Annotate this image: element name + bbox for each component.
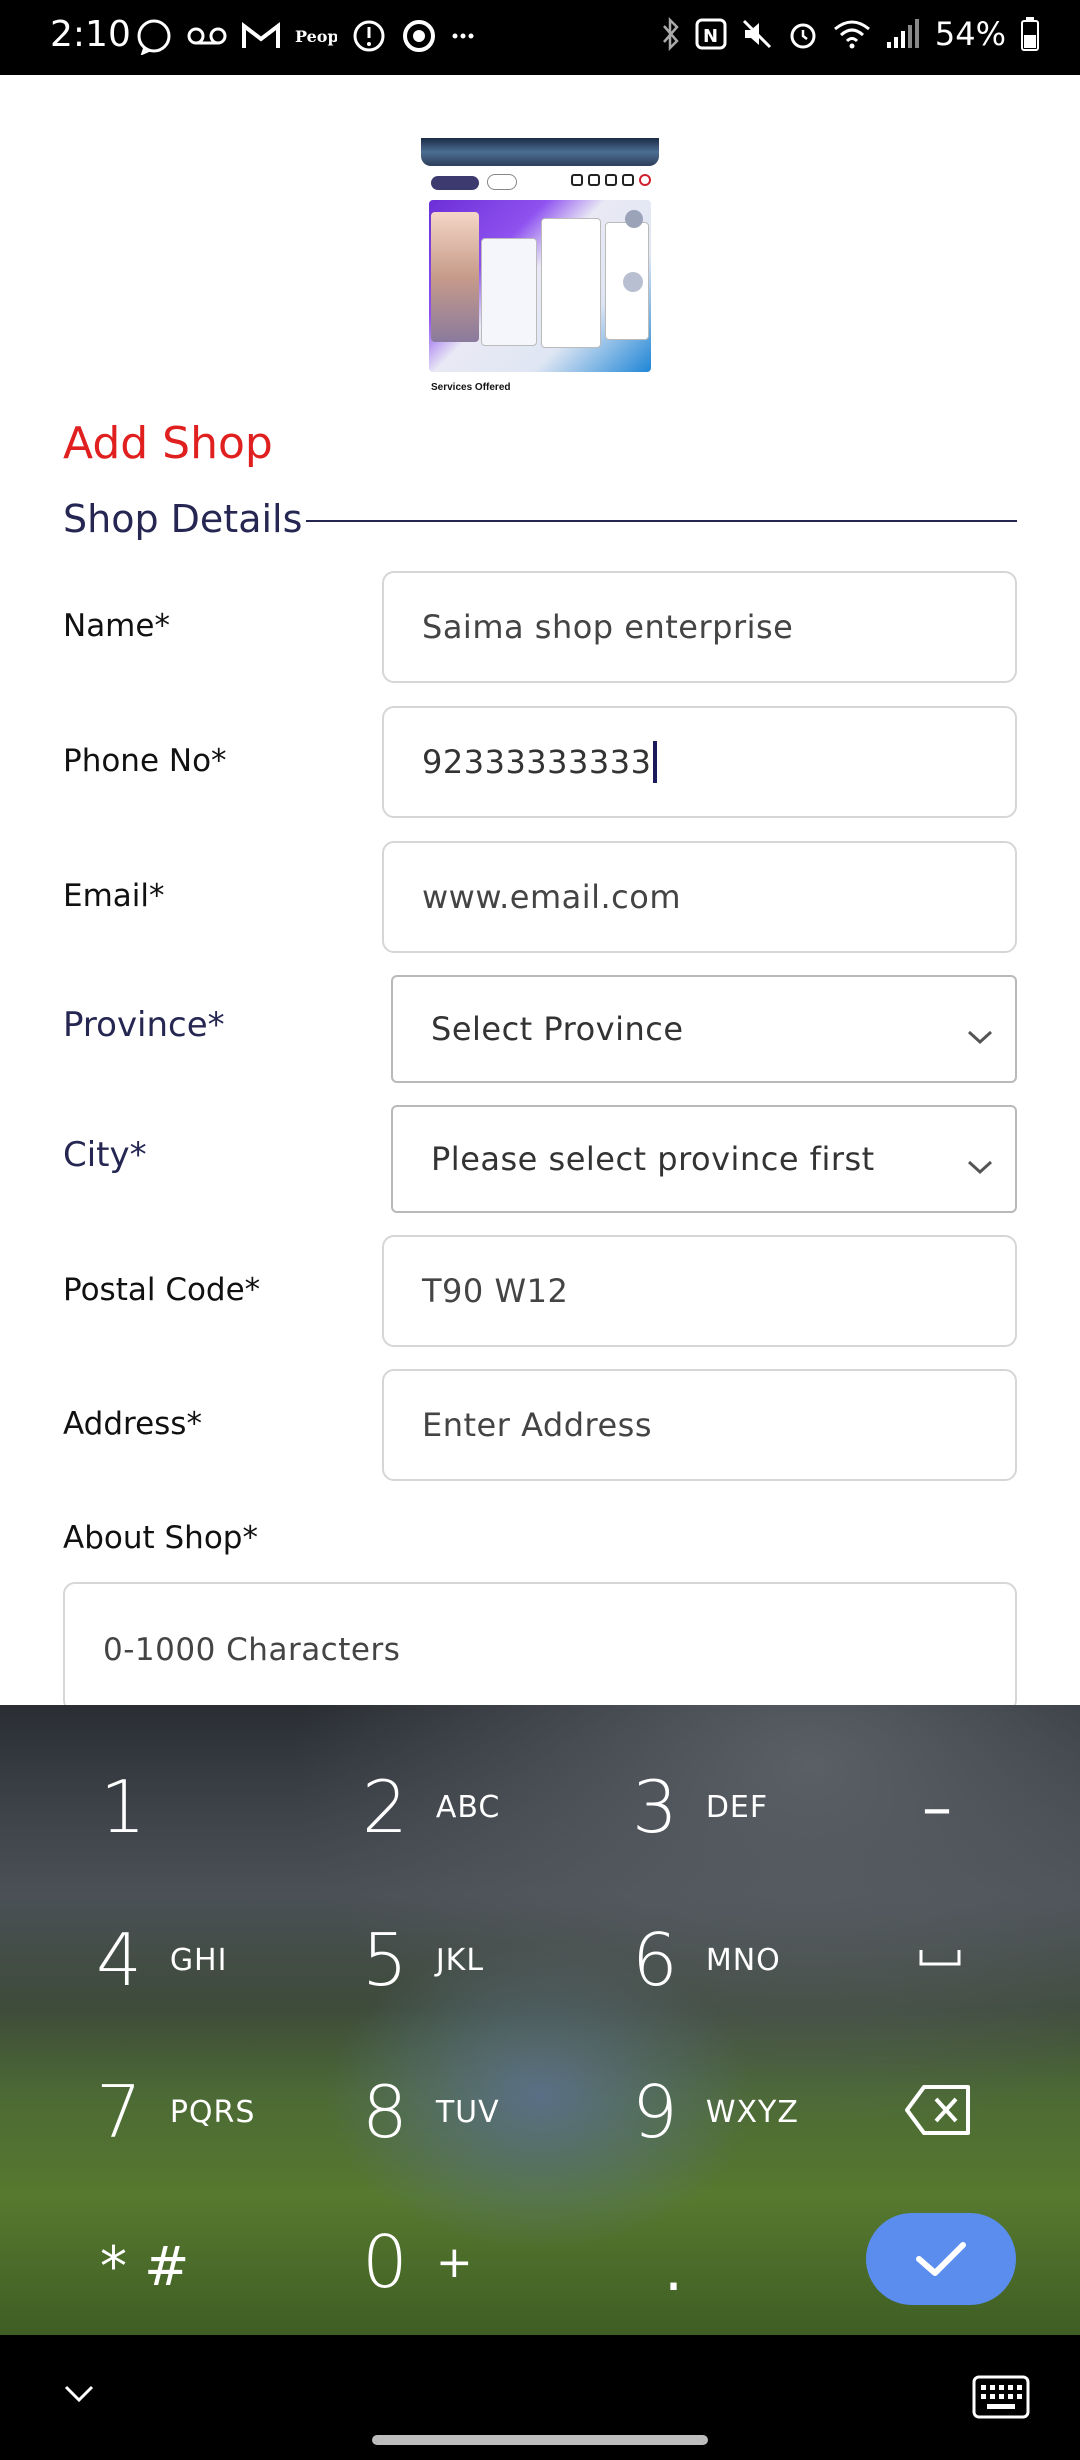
address-input[interactable]: Enter Address: [382, 1369, 1017, 1481]
key-1[interactable]: 1: [100, 1765, 146, 1849]
email-placeholder: www.email.com: [422, 878, 682, 916]
page-title: Add Shop: [63, 418, 273, 469]
next-icon: [623, 272, 643, 292]
svg-text:People: People: [295, 27, 337, 46]
phone-input[interactable]: 92333333333: [382, 706, 1017, 818]
status-bar: 2:10 People N: [0, 0, 1080, 75]
key-star-hash[interactable]: * #: [100, 2235, 189, 2298]
battery-icon: [1020, 14, 1040, 54]
keyboard-switch-icon[interactable]: [972, 2375, 1030, 2424]
gesture-handle[interactable]: [372, 2435, 708, 2445]
province-label: Province*: [63, 1005, 225, 1045]
postal-code-label: Postal Code*: [63, 1272, 261, 1308]
x-icon: [622, 174, 634, 186]
mute-icon: [741, 14, 773, 54]
postal-code-placeholder: T90 W12: [422, 1272, 569, 1310]
instagram-icon: [605, 174, 617, 186]
chevron-down-icon: [965, 1147, 995, 1185]
address-placeholder: Enter Address: [422, 1406, 652, 1444]
phone-label: Phone No*: [63, 743, 227, 779]
nfc-icon: N: [695, 14, 727, 54]
pause-icon: [625, 210, 643, 228]
menu-pill: [431, 176, 479, 190]
text-cursor: [653, 741, 658, 783]
chevron-down-icon: [965, 1017, 995, 1055]
key-dot[interactable]: .: [664, 2235, 683, 2305]
voicemail-icon: [187, 16, 227, 56]
email-label: Email*: [63, 878, 165, 914]
chat-icon: [571, 174, 583, 186]
province-selected: Select Province: [431, 1010, 684, 1048]
section-divider: [300, 520, 1017, 522]
battery-level: 54%: [934, 15, 1006, 53]
section-title: Shop Details: [63, 497, 307, 541]
about-shop-placeholder: 0-1000 Characters: [103, 1632, 401, 1668]
key-minus[interactable]: –: [922, 1773, 952, 1843]
key-7[interactable]: 7 PQRS: [96, 2070, 255, 2154]
whatsapp-icon: [135, 16, 173, 56]
alert-icon: [351, 16, 387, 56]
address-label: Address*: [63, 1406, 202, 1442]
chrome-icon: [401, 16, 437, 56]
gmail-icon: [241, 16, 281, 56]
wifi-icon: [833, 14, 871, 54]
name-value: Saima shop enterprise: [422, 608, 794, 646]
facebook-icon: [588, 174, 600, 186]
space-key-icon[interactable]: [918, 1947, 962, 1969]
email-input[interactable]: www.email.com: [382, 841, 1017, 953]
phone-value: 92333333333: [422, 743, 652, 781]
bluetooth-icon: [661, 14, 681, 54]
name-label: Name*: [63, 608, 170, 644]
about-shop-textarea[interactable]: 0-1000 Characters: [63, 1582, 1017, 1712]
about-shop-label: About Shop*: [63, 1520, 258, 1556]
signal-icon: [885, 14, 921, 54]
key-3[interactable]: 3 DEF: [632, 1765, 768, 1849]
numeric-keyboard: 1 2 ABC 3 DEF – 4 GHI 5 JKL 6 MNO 7 PQRS 8 TUV …: [0, 1705, 1080, 2335]
backspace-icon[interactable]: [904, 2083, 974, 2137]
more-icon: [451, 16, 475, 56]
key-4[interactable]: 4 GHI: [96, 1918, 227, 2002]
city-selected: Please select province first: [431, 1140, 875, 1178]
navigation-bar: [0, 2335, 1080, 2460]
social-icons: [571, 174, 651, 186]
people-icon: People: [295, 16, 337, 56]
notification-icons: People: [135, 16, 475, 56]
services-preview-image: Services Offered: [421, 138, 659, 398]
province-select[interactable]: Select Province: [391, 975, 1017, 1083]
hide-keyboard-icon[interactable]: [62, 2383, 96, 2410]
svg-text:N: N: [703, 26, 718, 47]
system-icons: N 54%: [661, 14, 1040, 54]
key-2[interactable]: 2 ABC: [362, 1765, 500, 1849]
key-8[interactable]: 8 TUV: [362, 2070, 500, 2154]
key-5[interactable]: 5 JKL: [362, 1918, 484, 2002]
preview-panel: [429, 200, 651, 372]
share-pill: [487, 174, 517, 190]
done-button[interactable]: [866, 2213, 1016, 2305]
postal-code-input[interactable]: T90 W12: [382, 1235, 1017, 1347]
preview-caption: Services Offered: [431, 382, 511, 393]
name-input[interactable]: Saima shop enterprise: [382, 571, 1017, 683]
key-6[interactable]: 6 MNO: [632, 1918, 781, 2002]
checkmark-icon: [916, 2242, 966, 2276]
city-label: City*: [63, 1135, 147, 1175]
alarm-icon: [787, 14, 819, 54]
key-9[interactable]: 9 WXYZ: [632, 2070, 799, 2154]
key-0[interactable]: 0 +: [362, 2220, 474, 2304]
heart-icon: [639, 174, 651, 186]
city-select[interactable]: Please select province first: [391, 1105, 1017, 1213]
status-time: 2:10: [50, 14, 131, 55]
